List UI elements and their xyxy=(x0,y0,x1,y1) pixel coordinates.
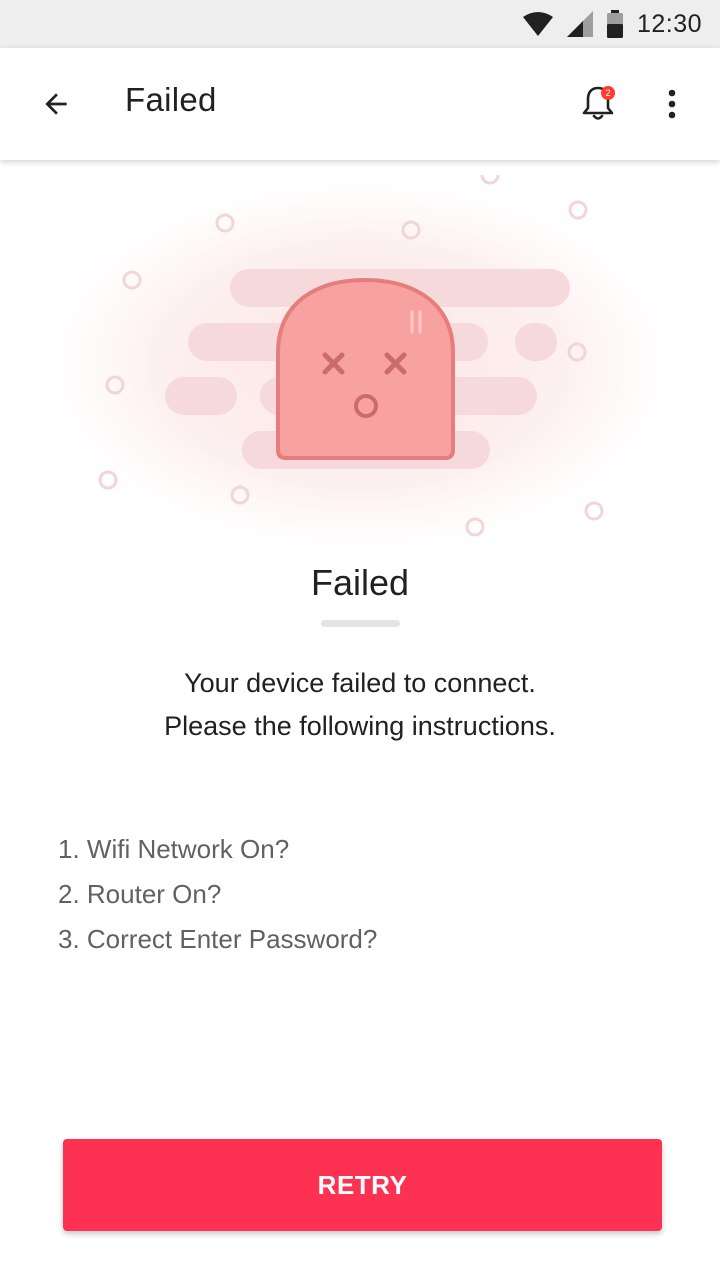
status-bar: 12:30 xyxy=(0,0,720,48)
status-time: 12:30 xyxy=(636,9,702,38)
message-line: Please the following instructions. xyxy=(164,711,556,741)
more-vert-icon xyxy=(668,89,676,119)
message-line: Your device failed to connect. xyxy=(184,668,536,698)
character xyxy=(276,277,455,460)
heading-divider xyxy=(321,620,400,627)
app-bar: Failed 2 xyxy=(0,48,720,160)
cell-signal-icon xyxy=(566,11,593,37)
instruction-item: 2. Router On? xyxy=(58,879,222,909)
wifi-icon xyxy=(522,12,553,36)
arrow-back-icon xyxy=(45,93,67,115)
battery-icon xyxy=(606,10,623,38)
instructions-list: 1. Wifi Network On? 2. Router On? 3. Cor… xyxy=(58,828,377,963)
back-button[interactable] xyxy=(28,76,84,132)
page-title: Failed xyxy=(125,81,217,118)
instruction-item: 3. Correct Enter Password? xyxy=(58,924,378,954)
retry-button[interactable]: RETRY xyxy=(63,1139,662,1231)
failure-message: Your device failed to connect. Please th… xyxy=(0,662,720,748)
instruction-item: 1. Wifi Network On? xyxy=(58,834,290,864)
failed-illustration xyxy=(40,165,680,555)
notification-badge: 2 xyxy=(601,86,615,100)
result-heading: Failed xyxy=(310,562,410,603)
more-options-button[interactable] xyxy=(646,76,698,132)
notifications-button[interactable]: 2 xyxy=(570,76,626,132)
